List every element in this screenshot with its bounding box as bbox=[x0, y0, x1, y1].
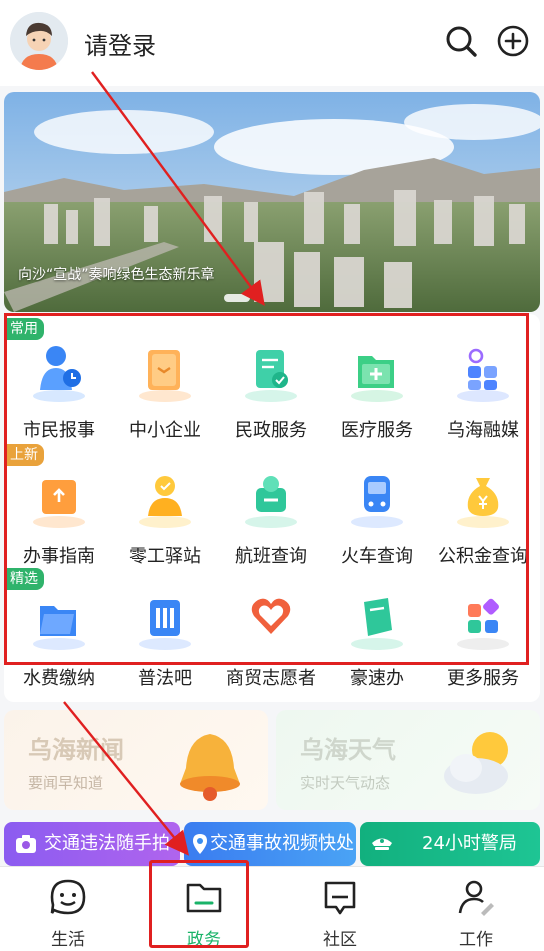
bottom-tab-bar: 生活 政务 社区 工作 bbox=[0, 866, 544, 951]
train-icon bbox=[351, 476, 403, 528]
service-label: 普法吧 bbox=[138, 668, 192, 689]
police-24h-button[interactable]: 24小时警局 bbox=[360, 822, 540, 866]
service-label: 水费缴纳 bbox=[23, 668, 95, 689]
login-prompt[interactable]: 请登录 bbox=[84, 26, 156, 61]
flight-icon bbox=[245, 476, 297, 528]
bell-icon bbox=[180, 734, 240, 801]
news-card[interactable]: 乌海新闻 要闻早知道 bbox=[4, 710, 268, 810]
service-more[interactable]: 更多服务 bbox=[430, 584, 536, 690]
heart-icon bbox=[251, 598, 291, 634]
search-icon[interactable] bbox=[444, 24, 478, 58]
service-housing-fund[interactable]: 公积金查询 bbox=[430, 462, 536, 568]
guide-folder-icon bbox=[33, 480, 85, 528]
traffic-violation-label: 交通违法随手拍 bbox=[44, 833, 170, 854]
service-law-bar[interactable]: 普法吧 bbox=[112, 584, 218, 690]
law-book-icon bbox=[139, 600, 191, 650]
document-check-icon bbox=[245, 350, 297, 402]
medical-folder-icon bbox=[351, 356, 403, 402]
more-grid-icon bbox=[457, 598, 509, 650]
smile-chat-icon bbox=[50, 879, 86, 915]
service-sme[interactable]: 中小企业 bbox=[112, 336, 218, 442]
haosuban-icon bbox=[351, 598, 403, 650]
service-label: 航班查询 bbox=[235, 546, 307, 567]
service-medical[interactable]: 医疗服务 bbox=[324, 336, 430, 442]
police-cap-icon bbox=[372, 838, 392, 850]
tab-work-label: 工作 bbox=[459, 930, 493, 950]
tab-community[interactable]: 社区 bbox=[272, 867, 408, 951]
camera-icon bbox=[16, 835, 36, 853]
traffic-violation-button[interactable]: 交通违法随手拍 bbox=[4, 822, 180, 866]
service-gig-station[interactable]: 零工驿站 bbox=[112, 462, 218, 568]
avatar-icon bbox=[10, 12, 68, 70]
weather-card-subtitle: 实时天气动态 bbox=[300, 774, 391, 792]
worker-icon bbox=[139, 476, 191, 528]
service-label: 中小企业 bbox=[129, 420, 201, 441]
tab-community-label: 社区 bbox=[323, 930, 357, 950]
police-24h-label: 24小时警局 bbox=[422, 833, 517, 854]
chat-bubble-icon bbox=[324, 881, 356, 915]
service-label: 乌海融媒 bbox=[447, 420, 519, 441]
service-train-query[interactable]: 火车查询 bbox=[324, 462, 430, 568]
water-folder-icon bbox=[33, 606, 85, 650]
service-civil-affairs[interactable]: 民政服务 bbox=[218, 336, 324, 442]
service-citizen-report[interactable]: 市民报事 bbox=[6, 336, 112, 442]
weather-cloud-icon bbox=[444, 732, 508, 794]
weather-card[interactable]: 乌海天气 实时天气动态 bbox=[276, 710, 540, 810]
weather-card-title: 乌海天气 bbox=[300, 736, 396, 764]
banner-caption: 向沙“宣战”奏响绿色生态新乐章 bbox=[18, 267, 215, 283]
service-label: 更多服务 bbox=[447, 668, 519, 689]
accident-video-label: 交通事故视频快处 bbox=[210, 833, 354, 854]
carousel-indicator bbox=[224, 294, 250, 302]
service-water-bill[interactable]: 水费缴纳 bbox=[6, 584, 112, 690]
accident-video-button[interactable]: 交通事故视频快处 bbox=[184, 822, 356, 866]
folder-icon bbox=[186, 883, 222, 913]
service-label: 市民报事 bbox=[23, 420, 95, 441]
app-header: 请登录 bbox=[0, 0, 544, 86]
avatar[interactable] bbox=[10, 12, 68, 70]
service-label: 豪速办 bbox=[350, 668, 404, 689]
tab-government[interactable]: 政务 bbox=[136, 867, 272, 951]
service-volunteer[interactable]: 商贸志愿者 bbox=[218, 584, 324, 690]
service-flight-query[interactable]: 航班查询 bbox=[218, 462, 324, 568]
briefcase-icon bbox=[139, 350, 191, 402]
plus-circle-icon[interactable] bbox=[496, 24, 530, 58]
money-bag-icon bbox=[457, 478, 509, 528]
service-label: 公积金查询 bbox=[438, 546, 528, 567]
media-grid-icon bbox=[457, 348, 509, 402]
service-label: 商贸志愿者 bbox=[226, 668, 316, 689]
location-pin-icon bbox=[193, 834, 207, 854]
tab-life-label: 生活 bbox=[51, 930, 85, 950]
service-haosuban[interactable]: 豪速办 bbox=[324, 584, 430, 690]
service-wuhai-media[interactable]: 乌海融媒 bbox=[430, 336, 536, 442]
service-label: 办事指南 bbox=[23, 546, 95, 567]
service-guide[interactable]: 办事指南 bbox=[6, 462, 112, 568]
news-card-title: 乌海新闻 bbox=[28, 736, 124, 764]
service-label: 零工驿站 bbox=[129, 546, 201, 567]
tab-life[interactable]: 生活 bbox=[0, 867, 136, 951]
tab-government-label: 政务 bbox=[187, 930, 221, 950]
tab-work[interactable]: 工作 bbox=[408, 867, 544, 951]
service-label: 火车查询 bbox=[341, 546, 413, 567]
service-label: 医疗服务 bbox=[341, 420, 413, 441]
citizen-report-icon bbox=[33, 346, 85, 402]
services-panel: 常用 上新 精选 市民报事 中小企业 民政服务 医疗服务 乌海融媒 办事指南 零… bbox=[4, 314, 540, 702]
user-edit-icon bbox=[458, 880, 494, 916]
service-label: 民政服务 bbox=[235, 420, 307, 441]
news-card-subtitle: 要闻早知道 bbox=[28, 774, 104, 792]
